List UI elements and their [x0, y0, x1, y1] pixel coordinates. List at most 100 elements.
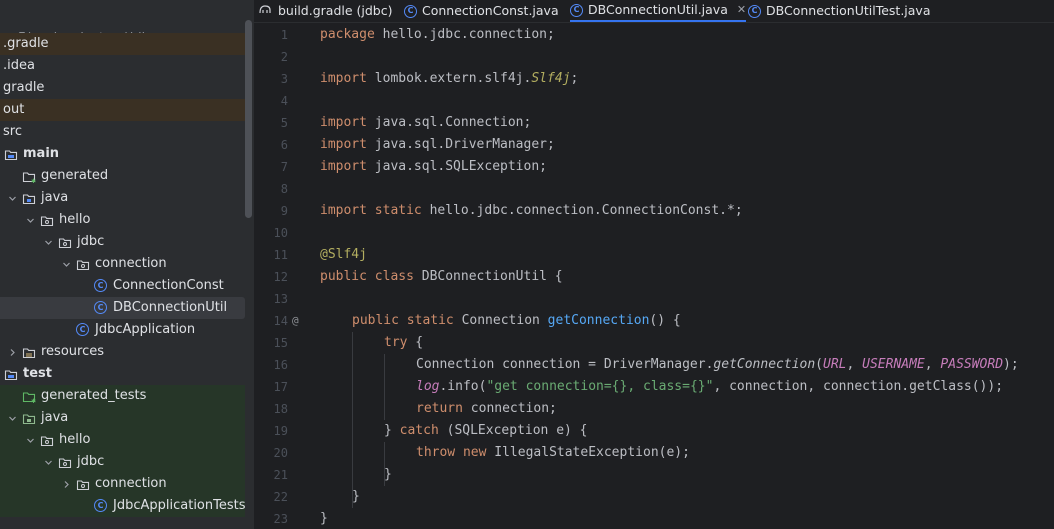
code-token: getConnection: [713, 357, 816, 372]
tree-item-jdbcapplicationtests[interactable]: C JdbcApplicationTests: [0, 495, 246, 517]
code-token: catch: [399, 423, 439, 438]
tree-item-gradle-dir[interactable]: .gradle: [0, 33, 245, 55]
tree-item-label: gradle: [3, 80, 45, 95]
code-line-11[interactable]: @Slf4j: [320, 244, 367, 266]
code-token: return: [416, 401, 463, 416]
tree-item-label: java: [41, 410, 69, 425]
tree-item-src[interactable]: src: [0, 121, 245, 143]
tree-item-generated[interactable]: ✱ generated: [0, 165, 245, 187]
tree-item-label: ConnectionConst: [113, 278, 224, 293]
package-icon: [76, 257, 90, 271]
line-number: 16: [273, 358, 288, 372]
gradle-icon: [258, 1, 273, 21]
code-line-18[interactable]: return connection;: [416, 398, 557, 420]
editor-tab-0[interactable]: build.gradle (jdbc): [258, 0, 392, 22]
code-token: import: [320, 159, 367, 174]
code-line-16[interactable]: Connection connection = DriverManager.ge…: [416, 354, 1019, 376]
tree-item-jdbcapplication[interactable]: C JdbcApplication: [0, 319, 245, 341]
tree-item-test-java[interactable]: java: [0, 407, 245, 429]
tree-item-jdbc[interactable]: jdbc: [0, 231, 245, 253]
code-token: lombok.extern.slf4j.: [366, 71, 532, 86]
line-number: 4: [280, 94, 288, 108]
tree-item-label: connection: [95, 476, 167, 491]
code-token: hello.jdbc.connection.ConnectionConst.*;: [421, 203, 743, 218]
line-number: 19: [273, 424, 288, 438]
tree-item-connection[interactable]: connection: [0, 253, 245, 275]
code-token: () {: [649, 313, 681, 328]
chevron-down-icon[interactable]: [6, 187, 18, 209]
code-line-7[interactable]: import java.sql.SQLException;: [320, 156, 547, 178]
tree-item-dbconnectionutil[interactable]: C DBConnectionUtil: [0, 297, 245, 319]
tree-item-connectionconst[interactable]: C ConnectionConst: [0, 275, 245, 297]
test-source-folder-icon: [22, 411, 36, 425]
chevron-down-icon[interactable]: [60, 253, 72, 275]
line-number: 1: [280, 28, 288, 42]
module-folder-icon: [4, 367, 18, 381]
code-line-21[interactable]: }: [384, 464, 392, 486]
code-line-15[interactable]: try {: [384, 332, 423, 354]
code-token: "get connection={}, class={}": [486, 379, 714, 394]
tree-scrollbar[interactable]: [245, 20, 252, 218]
tree-item-label: main: [23, 146, 60, 161]
source-folder-icon: [22, 191, 36, 205]
tab-label: build.gradle (jdbc): [278, 3, 393, 18]
code-line-20[interactable]: throw new IllegalStateException(e);: [416, 442, 690, 464]
chevron-down-icon[interactable]: [42, 451, 54, 473]
code-line-22[interactable]: }: [352, 486, 360, 508]
editor-tab-2[interactable]: C DBConnectionUtil.java ✕: [570, 0, 747, 22]
override-marker-icon[interactable]: @: [292, 310, 299, 332]
code-token: {: [407, 335, 424, 350]
tab-label: DBConnectionUtil.java: [588, 2, 728, 17]
code-line-12[interactable]: public class DBConnectionUtil {: [320, 266, 563, 288]
code-line-17[interactable]: log.info("get connection={}, class={}", …: [416, 376, 1003, 398]
tree-item-gradle-folder[interactable]: gradle: [0, 77, 245, 99]
tree-item-java[interactable]: java: [0, 187, 245, 209]
line-number: 9: [280, 204, 288, 218]
tree-item-test-hello[interactable]: hello: [0, 429, 245, 451]
close-icon[interactable]: ✕: [737, 0, 746, 20]
generated-folder-icon: ✱: [22, 389, 36, 405]
tree-item-test-connection[interactable]: connection: [0, 473, 245, 495]
code-line-23[interactable]: }: [320, 508, 328, 529]
code-line-5[interactable]: import java.sql.Connection;: [320, 112, 531, 134]
chevron-down-icon[interactable]: [24, 209, 36, 231]
editor-tab-3[interactable]: C DBConnectionUtilTest.java: [748, 0, 930, 22]
tree-item-resources[interactable]: resources: [0, 341, 245, 363]
tree-item-generated-tests[interactable]: ✱ generated_tests: [0, 385, 245, 407]
code-line-9[interactable]: import static hello.jdbc.connection.Conn…: [320, 200, 743, 222]
chevron-right-icon[interactable]: [6, 341, 18, 363]
module-folder-icon: [4, 147, 18, 161]
line-number: 7: [280, 160, 288, 174]
code-token: );: [1003, 357, 1019, 372]
chevron-down-icon[interactable]: [42, 231, 54, 253]
code-line-3[interactable]: import lombok.extern.slf4j.Slf4j;: [320, 68, 578, 90]
class-icon: C: [94, 301, 108, 315]
code-token: java.sql.DriverManager;: [366, 137, 555, 152]
tree-item-hello[interactable]: hello: [0, 209, 245, 231]
code-token: (: [815, 357, 823, 372]
code-line-14[interactable]: public static Connection getConnection()…: [352, 310, 681, 332]
tree-item-label: generated_tests: [41, 388, 147, 403]
code-token: public static: [352, 313, 454, 328]
svg-text:✱: ✱: [31, 398, 36, 404]
tree-item-test-jdbc[interactable]: jdbc: [0, 451, 245, 473]
code-line-1[interactable]: package hello.jdbc.connection;: [320, 24, 555, 46]
code-line-19[interactable]: } catch (SQLException e) {: [384, 420, 588, 442]
code-token: public class: [320, 269, 414, 284]
chevron-down-icon[interactable]: [24, 429, 36, 451]
tree-item-main[interactable]: main: [0, 143, 245, 165]
chevron-right-icon[interactable]: [60, 473, 72, 495]
tree-item-label: generated: [41, 168, 109, 183]
tree-item-idea-dir[interactable]: .idea: [0, 55, 245, 77]
code-line-6[interactable]: import java.sql.DriverManager;: [320, 134, 555, 156]
tree-item-label: JdbcApplicationTests: [113, 498, 246, 513]
chevron-down-icon[interactable]: [6, 407, 18, 429]
editor-tab-1[interactable]: C ConnectionConst.java: [404, 0, 559, 22]
code-editor[interactable]: build.gradle (jdbc) C ConnectionConst.java…: [254, 0, 1054, 529]
code-token: package: [320, 27, 375, 42]
project-tree-panel: bcF:\spring_lecture\jdbc.gradle.ideagrad…: [0, 0, 254, 529]
tree-item-test[interactable]: test: [0, 363, 245, 385]
class-icon: C: [570, 3, 583, 17]
code-token: @Slf4j: [320, 247, 367, 262]
tree-item-out-dir[interactable]: out: [0, 99, 245, 121]
